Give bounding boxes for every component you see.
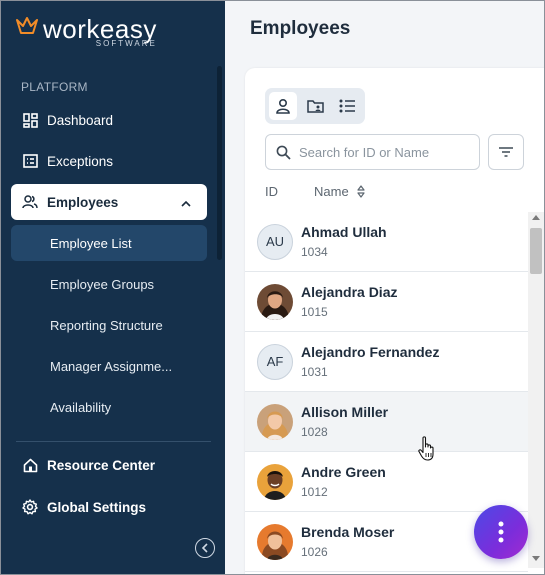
collapse-sidebar-button[interactable] <box>195 538 215 558</box>
sidebar-item-resource-center[interactable]: Resource Center <box>11 447 207 483</box>
avatar <box>257 523 293 560</box>
list-item[interactable]: AF Alejandro Fernandez 1031 <box>245 332 528 392</box>
workeasy-logo[interactable]: workeasy SOFTWARE <box>16 16 157 50</box>
avatar <box>257 403 293 440</box>
chevron-up-icon[interactable] <box>181 195 191 210</box>
section-label-platform: PLATFORM <box>21 80 88 94</box>
column-header-name[interactable]: Name <box>314 184 365 199</box>
list-item[interactable]: AU Ahmad Ullah 1034 <box>245 212 528 272</box>
employee-id: 1028 <box>301 425 328 439</box>
sidebar-item-exceptions[interactable]: Exceptions <box>11 143 207 179</box>
sidebar-divider <box>16 441 211 442</box>
home-icon <box>21 456 39 474</box>
employee-name: Brenda Moser <box>301 524 395 540</box>
list-item[interactable]: Alejandra Diaz 1015 <box>245 272 528 332</box>
employee-name: Alejandra Diaz <box>301 284 398 300</box>
sidebar-item-label: Global Settings <box>47 499 147 515</box>
employee-id: 1031 <box>301 365 328 379</box>
sidebar-item-label: Exceptions <box>47 153 114 169</box>
gear-icon <box>21 498 39 516</box>
folder-view-button[interactable] <box>301 92 329 120</box>
search-box <box>265 134 480 170</box>
sidebar-subitem-employee-list[interactable]: Employee List <box>11 225 207 261</box>
hand-pointer-cursor-icon <box>418 436 436 467</box>
filter-icon <box>499 147 513 157</box>
scroll-down-arrow-icon[interactable] <box>532 556 540 561</box>
column-header-name-label: Name <box>314 184 349 199</box>
list-icon <box>339 99 355 113</box>
sort-icon[interactable] <box>357 185 365 198</box>
employee-name: Alejandro Fernandez <box>301 344 440 360</box>
list-item[interactable]: Allison Miller 1028 <box>245 392 528 452</box>
sidebar-item-dashboard[interactable]: Dashboard <box>11 102 207 138</box>
list-item[interactable]: Andre Green 1012 <box>245 452 528 512</box>
employee-name: Ahmad Ullah <box>301 224 387 240</box>
folder-user-icon <box>306 99 324 113</box>
sidebar-subitem-reporting-structure[interactable]: Reporting Structure <box>11 307 207 343</box>
more-actions-button[interactable] <box>474 505 528 559</box>
sidebar-item-label: Resource Center <box>47 457 156 473</box>
sidebar-item-label: Dashboard <box>47 112 114 128</box>
search-icon <box>276 145 291 160</box>
list-scrollbar-thumb[interactable] <box>530 228 542 274</box>
sidebar-item-global-settings[interactable]: Global Settings <box>11 489 207 525</box>
search-input[interactable] <box>299 144 469 160</box>
exceptions-icon <box>21 152 39 170</box>
employee-list-panel: ID Name AU Ahmad Ullah 1034 Alejandra Di… <box>245 68 545 575</box>
kebab-menu-icon <box>498 521 504 543</box>
scroll-up-arrow-icon[interactable] <box>532 215 540 220</box>
list-view-button[interactable] <box>333 92 361 120</box>
filter-button[interactable] <box>488 134 524 170</box>
view-toggle <box>265 88 365 124</box>
person-icon <box>276 98 290 114</box>
sidebar-subitem-availability[interactable]: Availability <box>11 389 207 425</box>
employee-id: 1015 <box>301 305 328 319</box>
sidebar: workeasy SOFTWARE PLATFORM Dashboard Exc… <box>0 0 225 575</box>
employee-id: 1034 <box>301 245 328 259</box>
sidebar-subitem-manager-assignment[interactable]: Manager Assignme... <box>11 348 207 384</box>
employee-id: 1012 <box>301 485 328 499</box>
employee-name: Allison Miller <box>301 404 389 420</box>
column-header-id[interactable]: ID <box>265 184 278 199</box>
dashboard-icon <box>21 111 39 129</box>
avatar <box>257 283 293 320</box>
avatar <box>257 463 293 500</box>
sidebar-item-employees[interactable]: Employees <box>11 184 207 220</box>
sidebar-item-label: Employees <box>47 194 119 210</box>
avatar: AF <box>257 343 293 380</box>
page-title: Employees <box>250 18 351 39</box>
chevron-left-icon <box>201 543 208 553</box>
sidebar-scrollbar[interactable] <box>217 66 222 260</box>
avatar: AU <box>257 223 293 260</box>
employee-name: Andre Green <box>301 464 386 480</box>
employee-id: 1026 <box>301 545 328 559</box>
employees-icon <box>21 193 39 211</box>
sidebar-subitem-employee-groups[interactable]: Employee Groups <box>11 266 207 302</box>
crown-icon <box>16 17 38 34</box>
person-view-button[interactable] <box>269 92 297 120</box>
